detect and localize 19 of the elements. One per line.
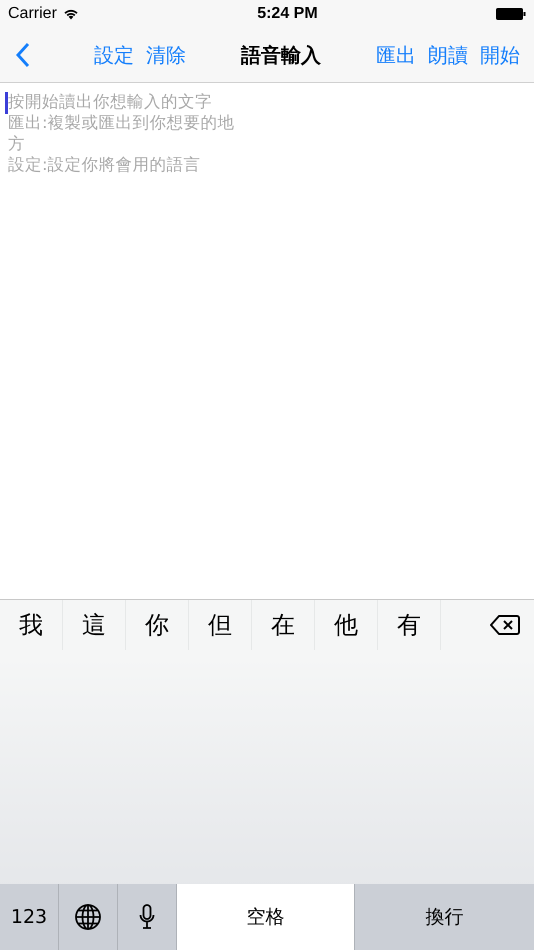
space-key[interactable]: 空格 — [177, 884, 354, 950]
nav-button[interactable]: 開始 — [476, 38, 524, 72]
carrier-label: Carrier — [8, 5, 57, 23]
time-label: 5:24 PM — [257, 5, 318, 23]
nav-button[interactable]: 設定 — [90, 38, 138, 72]
back-icon[interactable] — [16, 42, 30, 68]
text-cursor — [5, 92, 8, 114]
wifi-icon — [62, 8, 79, 20]
battery-icon — [496, 8, 526, 20]
globe-icon — [74, 903, 102, 931]
placeholder-text: 按開始讀出你想輸入的文字 — [8, 91, 213, 112]
placeholder-text: 匯出:複製或匯出到你想要的地方 — [8, 112, 236, 154]
microphone-icon — [139, 904, 155, 930]
nav-title: 語音輸入 — [240, 42, 322, 68]
delete-icon — [490, 614, 520, 636]
nav-button[interactable]: 匯出 — [372, 38, 420, 72]
nav-button[interactable]: 朗讀 — [424, 38, 472, 72]
placeholder-text: 設定:設定你將會用的語言 — [8, 154, 202, 175]
nav-button[interactable]: 清除 — [142, 38, 190, 72]
